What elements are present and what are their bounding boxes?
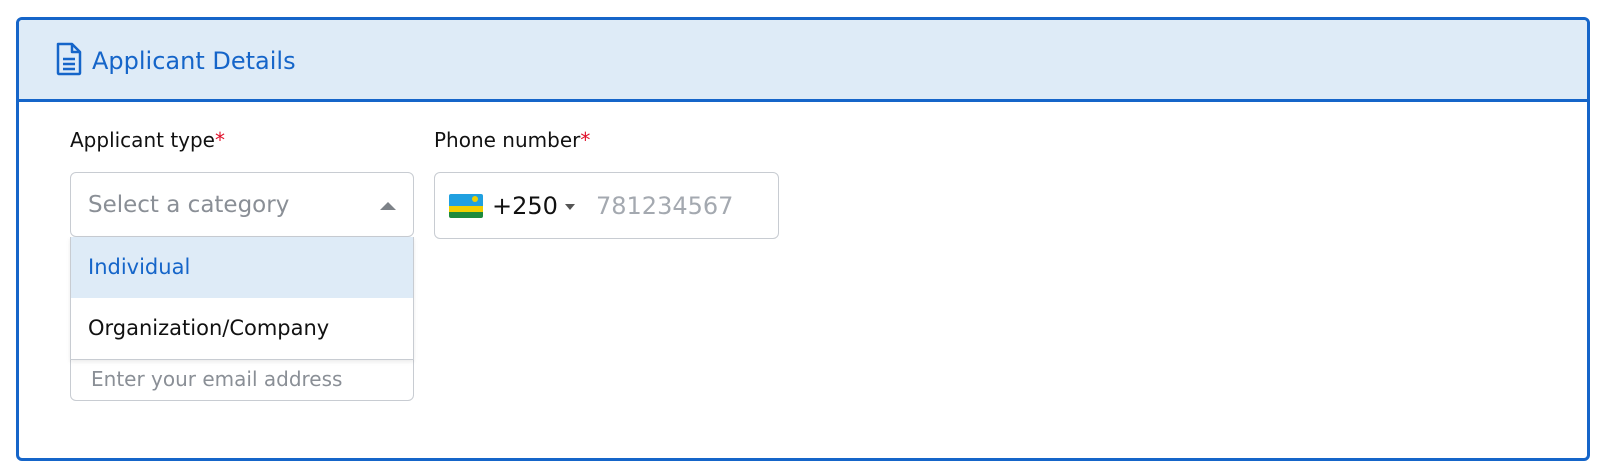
required-mark: * bbox=[215, 128, 225, 152]
rwanda-flag-icon[interactable] bbox=[449, 194, 483, 218]
phone-number-label: Phone number* bbox=[434, 126, 590, 154]
phone-number-placeholder[interactable]: 781234567 bbox=[596, 190, 733, 222]
email-placeholder: Enter your email address bbox=[91, 367, 343, 391]
phone-number-field[interactable]: +250 781234567 bbox=[434, 172, 779, 239]
applicant-type-label-text: Applicant type bbox=[70, 128, 215, 152]
section-title: Applicant Details bbox=[92, 47, 296, 75]
required-mark: * bbox=[580, 128, 591, 152]
dropdown-option-individual[interactable]: Individual bbox=[71, 237, 413, 298]
card-header: Applicant Details bbox=[19, 20, 1587, 102]
applicant-type-placeholder: Select a category bbox=[88, 192, 290, 218]
applicant-details-card: Applicant Details Applicant type* Select… bbox=[16, 17, 1590, 461]
document-icon bbox=[55, 42, 83, 76]
applicant-type-select[interactable]: Select a category bbox=[70, 172, 414, 237]
phone-number-label-text: Phone number bbox=[434, 128, 581, 152]
caret-up-icon[interactable] bbox=[380, 202, 396, 210]
dropdown-option-organization[interactable]: Organization/Company bbox=[71, 298, 413, 359]
applicant-type-label: Applicant type* bbox=[70, 126, 225, 154]
applicant-type-dropdown: Individual Organization/Company bbox=[70, 237, 414, 360]
chevron-down-icon[interactable] bbox=[565, 204, 575, 210]
country-dial-code[interactable]: +250 bbox=[492, 190, 558, 222]
